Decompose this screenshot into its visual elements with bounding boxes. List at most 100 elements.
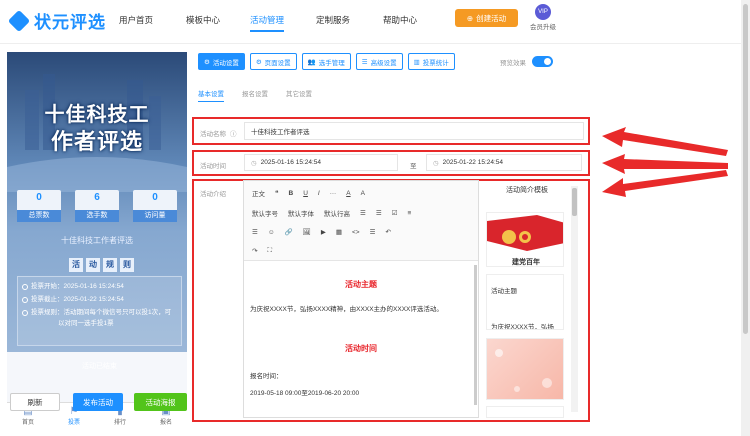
template-card-heading: 活动主题 [491,288,517,295]
arrow-name-field [602,127,728,156]
table-icon[interactable]: ▦ [336,228,342,236]
stat-contestants: 6 选手数 [75,190,119,222]
chart-icon: ▥ [413,58,420,66]
arrow-intro-field [602,170,728,197]
publish-activity-button[interactable]: 发布活动 [73,393,123,411]
editor-scrollbar[interactable] [474,265,477,405]
font-color-icon[interactable]: A [346,190,350,197]
tab-other-settings[interactable]: 其它设置 [286,88,312,102]
page-settings-button[interactable]: ⚙ 页面设置 [249,53,297,70]
nav-item-help[interactable]: 帮助中心 [383,14,417,26]
template-card-pink[interactable] [486,338,564,400]
nav-item-custom-service[interactable]: 定制服务 [316,14,350,26]
code-icon[interactable]: <> [352,229,360,236]
tab-signup-settings[interactable]: 报名设置 [242,88,268,102]
create-activity-button[interactable]: ⊕ 创建活动 [455,9,518,27]
rules-heading: 活 动 规 则 [69,258,134,272]
settings-toolbar: ⚙ 活动设置 ⚙ 页面设置 👥 选手管理 ☰ 高级设置 ▥ 投票统计 [198,53,455,70]
image-icon[interactable]: 🖼 [303,228,311,236]
editor-toolbar-row: ↷ ⛶ [252,247,272,255]
button-label: 高级设置 [370,59,397,67]
nav-item-activity-management[interactable]: 活动管理 [250,14,285,32]
editor-content[interactable]: 活动主题 为庆祝XXXX节，弘扬XXXX精神，由XXXX主办的XXXX评选活动。… [248,263,474,413]
stat-label: 选手数 [75,210,119,222]
stat-value: 0 [152,192,158,203]
underline-icon[interactable]: U [303,190,308,197]
link-icon[interactable]: 🔗 [284,228,292,236]
contestant-management-button[interactable]: 👥 选手管理 [301,53,351,70]
scroll-thumb[interactable] [572,188,577,216]
italic-icon[interactable]: I [318,190,320,197]
numbered-list-icon[interactable]: ☰ [376,209,382,217]
rule-end-text: 投票截止：2025-01-22 15:24:54 [31,296,124,303]
font-family-select[interactable]: 默认字体 [288,208,314,218]
activity-settings-button[interactable]: ⚙ 活动设置 [198,53,245,70]
button-label: 页面设置 [264,59,291,67]
advanced-settings-button[interactable]: ☰ 高级设置 [355,53,403,70]
emoji-icon[interactable]: ☺ [268,229,275,236]
fullscreen-icon[interactable]: ⛶ [267,247,272,255]
rich-text-editor[interactable]: 正文 ❝ B U I ··· A A 默认字号 默认字体 默认行高 ☰ ☰ ☑ … [243,180,479,418]
logo-text: 状元评选 [34,13,106,32]
tab-label: 报名 [159,420,172,426]
vote-statistics-button[interactable]: ▥ 投票统计 [407,53,455,70]
editor-toolbar-row: ☰ ☺ 🔗 🖼 ▶ ▦ <> ☰ ↶ [252,228,391,237]
templates-scrollbar[interactable] [571,186,578,412]
users-icon: 👥 [307,58,316,66]
template-caption: 建党百年 [512,259,540,266]
indent-icon[interactable]: ☰ [252,228,258,236]
content-heading: 活动时间 [345,344,377,353]
line-height-select[interactable]: 默认行高 [324,208,350,218]
editor-toolbar-row: 正文 ❝ B U I ··· A A [252,188,365,199]
preview-effect-toggle[interactable]: 预览效果 [500,56,553,67]
template-card-party[interactable]: 建党百年 [486,212,564,267]
tab-basic-settings[interactable]: 基本设置 [198,88,224,102]
brand-logo[interactable]: 状元评选 [7,8,106,33]
end-time-input[interactable]: ◷ 2025-01-22 15:24:54 [426,154,582,171]
template-card-next[interactable] [486,406,564,418]
undo-icon[interactable]: ↶ [385,228,390,236]
tab-label: 排行 [113,420,126,426]
bold-icon[interactable]: B [289,190,294,197]
plus-icon: ⊕ [466,13,474,23]
template-card-topic[interactable]: 活动主题 为庆祝XXXX节，弘扬 [486,274,564,330]
content-heading: 活动主题 [345,280,377,289]
help-icon: ⓘ [230,131,237,138]
rule-line: 投票开始：2025-01-16 15:24:54 [22,282,124,292]
intro-templates-panel: 活动简介模板 建党百年 活动主题 为庆祝XXXX节，弘扬 [482,182,572,418]
activity-poster-button[interactable]: 活动海报 [134,393,187,411]
create-activity-label: 创建活动 [476,13,507,23]
more-icon[interactable]: ··· [330,190,337,197]
align-icon[interactable]: ≡ [407,210,411,217]
bulleted-list-icon[interactable]: ☰ [360,209,366,217]
page-scroll-thumb[interactable] [743,4,748,334]
end-time-value: 2025-01-22 15:24:54 [442,159,504,166]
checklist-icon[interactable]: ☑ [392,209,398,217]
logo-icon [7,9,31,32]
font-size-select[interactable]: 默认字号 [252,208,278,218]
redo-icon[interactable]: ↷ [252,247,257,255]
template-card-text: 为庆祝XXXX节，弘扬 [491,324,554,330]
background-color-icon[interactable]: A [361,190,365,197]
rules-char: 动 [86,258,100,272]
start-time-input[interactable]: ◷ 2025-01-16 15:24:54 [244,154,398,171]
quote-icon[interactable]: ❝ [275,189,279,197]
settings-subtabs: 基本设置 报名设置 其它设置 [198,88,312,102]
vip-upgrade[interactable]: VIP 会员升级 [528,4,558,31]
rule-vote-text-cont: 以对同一选手投1票 [58,320,114,327]
activity-name-input[interactable]: 十佳科技工作者评选 [244,122,584,140]
refresh-button[interactable]: 刷新 [10,393,60,411]
arrow-time-field [602,154,728,174]
nav-item-home[interactable]: 用户首页 [119,14,153,26]
stat-value: 0 [36,192,42,203]
page-scrollbar[interactable] [741,0,750,436]
paragraph-style-select[interactable]: 正文 [252,188,265,198]
divider-icon[interactable]: ☰ [370,228,376,236]
rule-line: 投票规则：活动期间每个微信号只可以投1次，可 [22,308,171,318]
activity-time-label: 活动时间 [200,163,226,170]
nav-item-templates[interactable]: 模板中心 [186,14,220,26]
clock-icon [22,297,28,303]
toggle-switch[interactable] [532,56,553,67]
rule-start-text: 投票开始：2025-01-16 15:24:54 [31,283,124,290]
video-icon[interactable]: ▶ [321,228,326,236]
